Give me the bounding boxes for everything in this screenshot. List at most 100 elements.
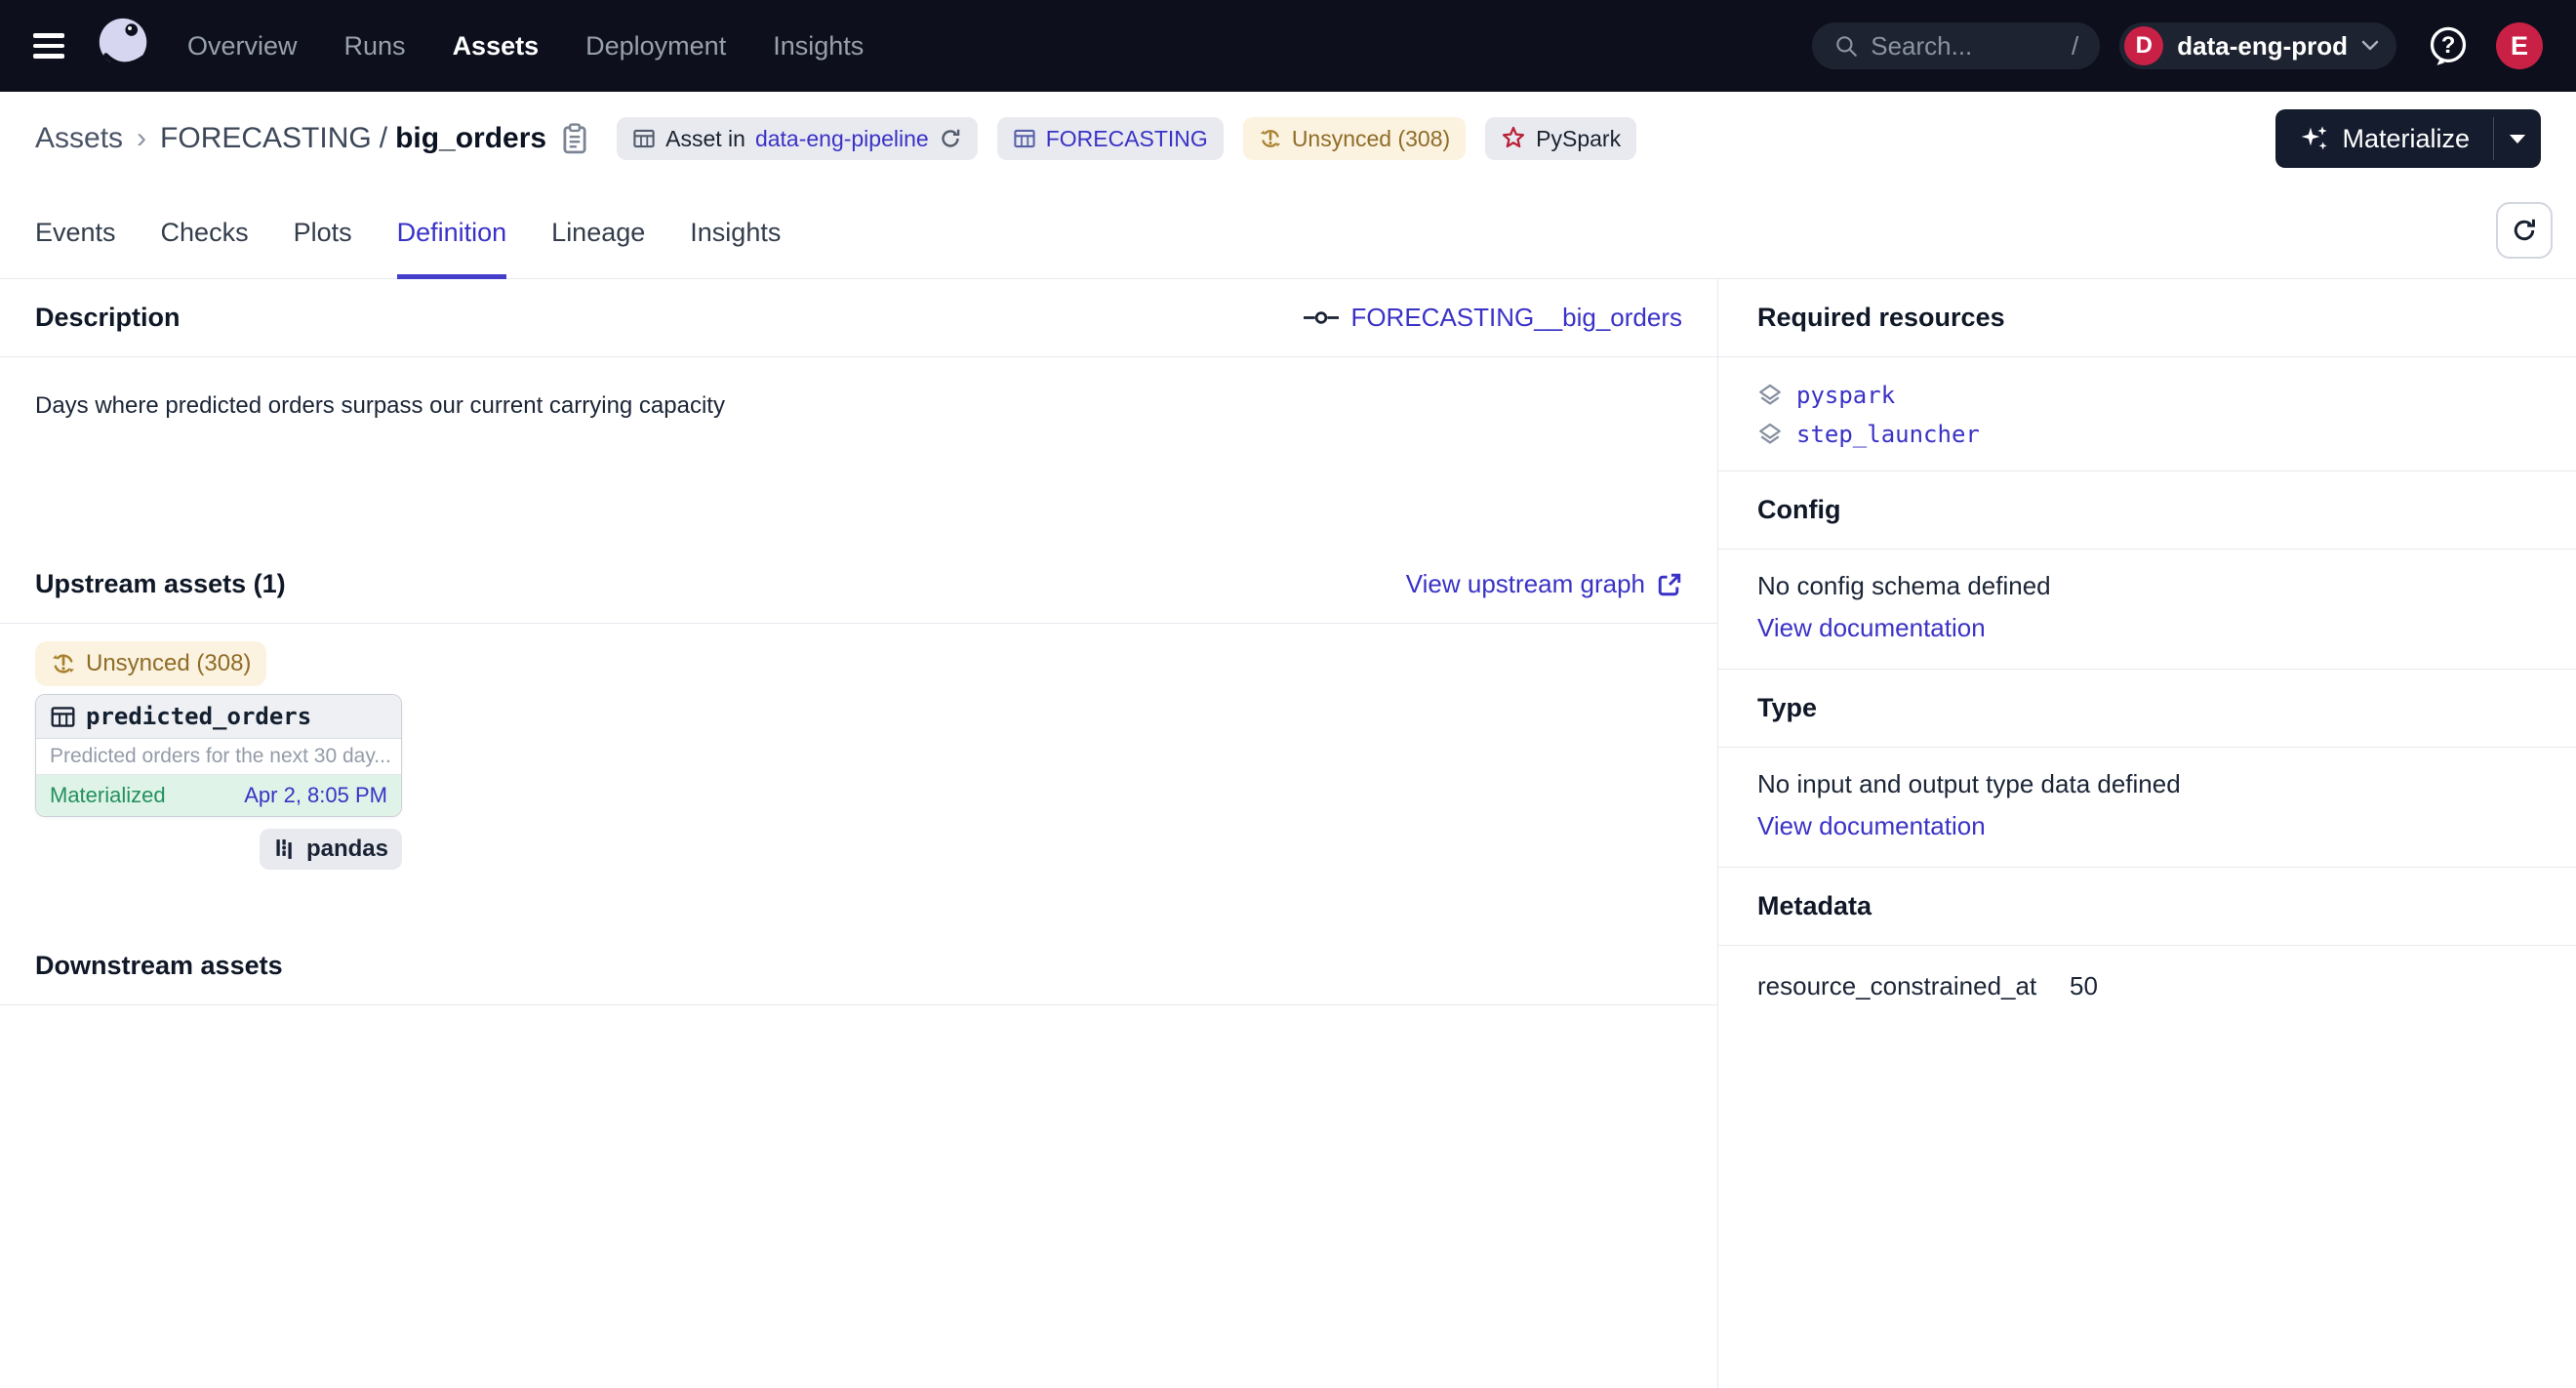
- table-icon: [50, 704, 76, 730]
- dagster-logo[interactable]: [94, 16, 154, 76]
- compute-kind-label: PySpark: [1536, 126, 1621, 152]
- tab-insights[interactable]: Insights: [690, 185, 781, 279]
- metadata-section: Metadata resource_constrained_at 50: [1718, 868, 2576, 1027]
- required-resources-section: Required resources pyspark step_launcher: [1718, 279, 2576, 471]
- materialize-button[interactable]: Materialize: [2275, 109, 2493, 168]
- breadcrumb-separator: ›: [137, 122, 146, 155]
- metadata-row: resource_constrained_at 50: [1757, 971, 2537, 1001]
- config-view-documentation-link[interactable]: View documentation: [1757, 613, 1986, 642]
- chevron-down-icon: [2361, 40, 2379, 52]
- metadata-title: Metadata: [1757, 891, 1872, 920]
- upstream-asset-description: Predicted orders for the next 30 day...: [36, 739, 401, 775]
- sync-status-label: Unsynced (308): [1292, 126, 1450, 152]
- copy-asset-name-button[interactable]: [560, 122, 589, 155]
- breadcrumb-slash: /: [380, 122, 387, 155]
- user-avatar[interactable]: E: [2496, 22, 2543, 69]
- metadata-key: resource_constrained_at: [1757, 971, 2070, 1001]
- resource-layers-icon: [1757, 422, 1783, 447]
- nav-item-overview[interactable]: Overview: [187, 31, 298, 61]
- resource-row: pyspark: [1757, 379, 2537, 412]
- tab-lineage[interactable]: Lineage: [551, 185, 645, 279]
- caret-down-icon: [2509, 134, 2526, 144]
- refresh-page-button[interactable]: [2496, 202, 2553, 259]
- asset-tags: Asset in data-eng-pipeline FORECASTING: [617, 117, 1636, 160]
- nav-item-insights[interactable]: Insights: [773, 31, 864, 61]
- deployment-name: data-eng-prod: [2177, 31, 2348, 61]
- upstream-sync-badge: Unsynced (308): [35, 641, 266, 686]
- breadcrumb: Assets › FORECASTING / big_orders: [35, 122, 546, 155]
- search-shortcut-hint: /: [2072, 31, 2078, 61]
- config-empty-message: No config schema defined: [1757, 571, 2537, 601]
- tab-definition[interactable]: Definition: [397, 185, 507, 279]
- op-icon: [1304, 309, 1339, 326]
- upstream-asset-card[interactable]: predicted_orders Predicted orders for th…: [35, 694, 402, 817]
- external-link-icon: [1657, 572, 1682, 597]
- required-resources-title: Required resources: [1757, 303, 2005, 332]
- sync-status-tag[interactable]: Unsynced (308): [1243, 117, 1466, 160]
- help-button[interactable]: ?: [2426, 23, 2471, 68]
- definition-content: Description FORECASTING__big_orders Days…: [0, 279, 2576, 1388]
- deployment-switcher[interactable]: D data-eng-prod: [2119, 22, 2396, 69]
- view-upstream-graph-label[interactable]: View upstream graph: [1406, 569, 1645, 599]
- type-empty-message: No input and output type data defined: [1757, 769, 2537, 799]
- upstream-asset-status-row: Materialized Apr 2, 8:05 PM: [36, 775, 401, 816]
- materialize-label: Materialize: [2342, 124, 2470, 154]
- tab-checks[interactable]: Checks: [161, 185, 249, 279]
- tab-events[interactable]: Events: [35, 185, 116, 279]
- refresh-icon[interactable]: [939, 127, 962, 150]
- view-upstream-graph-link[interactable]: View upstream graph: [1406, 569, 1682, 599]
- job-icon: [632, 127, 656, 150]
- group-tag-label: FORECASTING: [1046, 126, 1208, 152]
- op-name[interactable]: FORECASTING__big_orders: [1350, 303, 1682, 333]
- tab-plots[interactable]: Plots: [294, 185, 352, 279]
- asset-page-header: Assets › FORECASTING / big_orders Asset …: [0, 92, 2576, 185]
- nav-item-runs[interactable]: Runs: [344, 31, 406, 61]
- nav-item-assets[interactable]: Assets: [453, 31, 540, 61]
- pyspark-icon: [1501, 126, 1526, 151]
- description-title: Description: [35, 303, 181, 333]
- unsynced-icon: [1259, 127, 1282, 150]
- metadata-value: 50: [2070, 971, 2098, 1001]
- pipeline-link[interactable]: data-eng-pipeline: [755, 126, 929, 152]
- type-view-documentation-link[interactable]: View documentation: [1757, 811, 1986, 840]
- config-section: Config No config schema defined View doc…: [1718, 471, 2576, 670]
- search-box[interactable]: /: [1812, 22, 2100, 69]
- top-nav: Overview Runs Assets Deployment Insights…: [0, 0, 2576, 92]
- clipboard-icon: [560, 122, 589, 155]
- nav-item-deployment[interactable]: Deployment: [585, 31, 726, 61]
- downstream-title: Downstream assets: [35, 951, 283, 981]
- resource-layers-icon: [1757, 383, 1783, 408]
- downstream-section: Downstream assets: [0, 927, 1717, 1005]
- asset-title: big_orders: [395, 122, 546, 155]
- pipeline-tag-prefix: Asset in: [665, 126, 745, 152]
- materialized-status: Materialized: [50, 783, 166, 808]
- upstream-sync-label: Unsynced (308): [86, 650, 251, 677]
- search-icon: [1833, 33, 1859, 59]
- upstream-asset-name[interactable]: predicted_orders: [86, 703, 311, 730]
- question-mark-icon: ?: [2426, 23, 2471, 68]
- sparkles-icon: [2299, 123, 2330, 154]
- breadcrumb-group[interactable]: FORECASTING: [160, 122, 372, 155]
- resource-link-step-launcher[interactable]: step_launcher: [1796, 421, 1980, 448]
- upstream-section: Upstream assets (1) View upstream graph: [0, 546, 1717, 927]
- breadcrumb-assets-link[interactable]: Assets: [35, 122, 123, 155]
- type-title: Type: [1757, 693, 1817, 722]
- pandas-kind-tag[interactable]: pandas: [260, 829, 402, 870]
- pipeline-tag[interactable]: Asset in data-eng-pipeline: [617, 117, 978, 160]
- primary-nav: Overview Runs Assets Deployment Insights: [187, 31, 864, 61]
- search-input[interactable]: [1871, 31, 2060, 61]
- compute-kind-tag[interactable]: PySpark: [1485, 117, 1636, 160]
- svg-text:?: ?: [2441, 32, 2456, 59]
- resource-link-pyspark[interactable]: pyspark: [1796, 382, 1895, 409]
- unsynced-icon: [51, 651, 76, 676]
- group-tag[interactable]: FORECASTING: [997, 117, 1224, 160]
- pandas-icon: [273, 837, 297, 861]
- asset-group-icon: [1013, 127, 1036, 150]
- materialize-options-button[interactable]: [2494, 109, 2541, 168]
- op-link[interactable]: FORECASTING__big_orders: [1304, 303, 1682, 333]
- asset-tabs: Events Checks Plots Definition Lineage I…: [0, 185, 2576, 279]
- hamburger-menu-icon[interactable]: [33, 24, 76, 67]
- deployment-badge: D: [2124, 26, 2163, 65]
- refresh-icon: [2511, 217, 2538, 244]
- materialized-timestamp-link[interactable]: Apr 2, 8:05 PM: [244, 783, 387, 808]
